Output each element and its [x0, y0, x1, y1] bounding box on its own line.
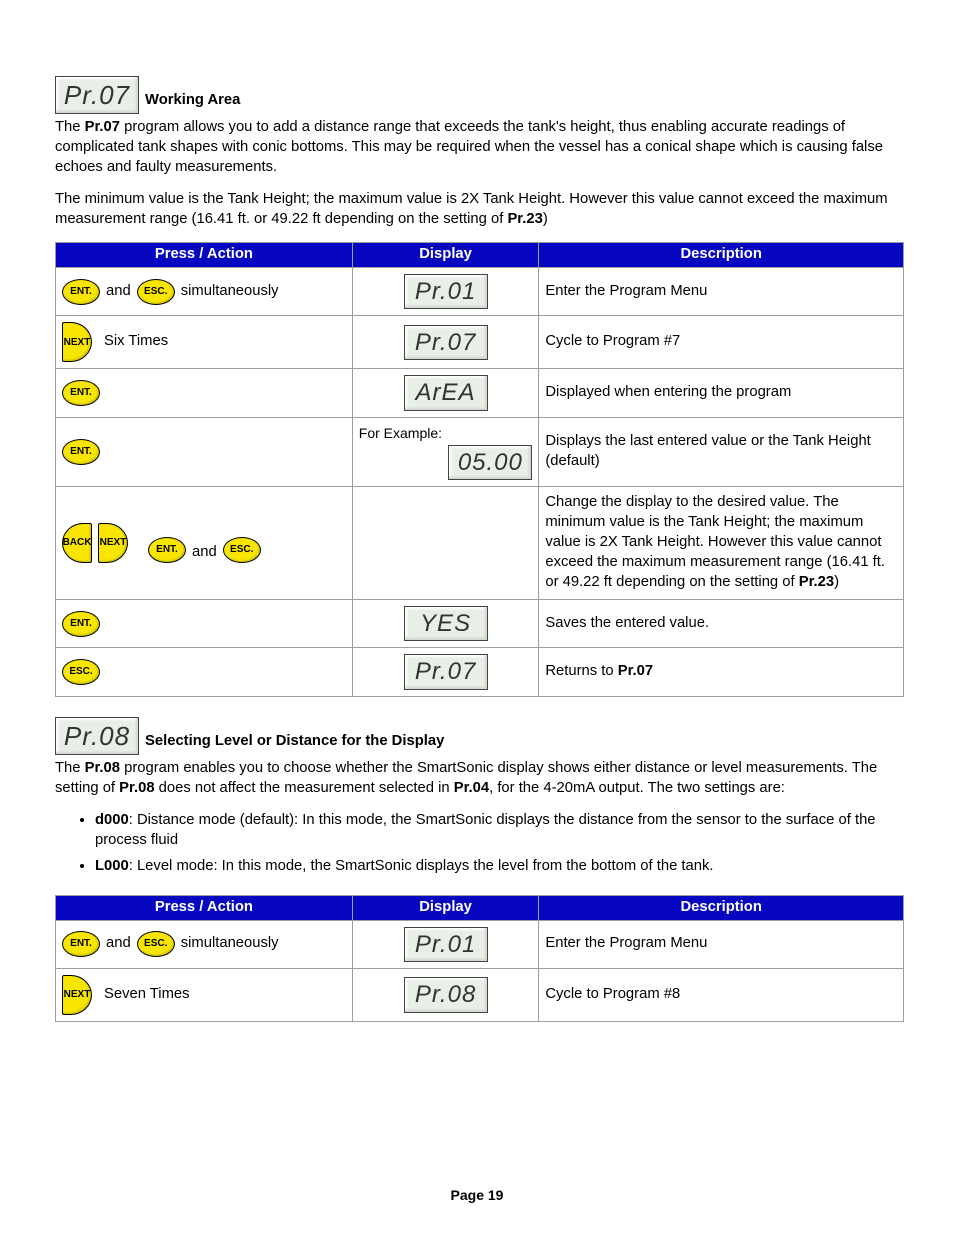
- description-cell: Cycle to Program #8: [539, 968, 904, 1021]
- lcd-display: Pr.08: [404, 977, 488, 1012]
- ent-button[interactable]: ENT.: [62, 611, 100, 637]
- table-row: NEXT Seven Times Pr.08 Cycle to Program …: [56, 968, 904, 1021]
- next-button[interactable]: NEXT: [62, 322, 92, 362]
- label-for-example: For Example:: [359, 424, 533, 443]
- page: Pr.07 Working Area The Pr.07 program all…: [0, 0, 954, 1235]
- pr08-paragraph-1: The Pr.08 program enables you to choose …: [55, 759, 904, 799]
- pr07-paragraph-2: The minimum value is the Tank Height; th…: [55, 190, 904, 230]
- table-row: ENT. ArEA Displayed when entering the pr…: [56, 369, 904, 417]
- pr07-table: Press / Action Display Description ENT. …: [55, 242, 904, 697]
- lcd-pr07-code: Pr.07: [55, 76, 139, 114]
- ent-button[interactable]: ENT.: [62, 380, 100, 406]
- ent-button[interactable]: ENT.: [62, 279, 100, 305]
- page-footer: Page 19: [0, 1186, 954, 1205]
- lcd-display: Pr.07: [404, 325, 488, 360]
- lcd-pr08-code: Pr.08: [55, 717, 139, 755]
- section-pr07-title: Working Area: [145, 91, 240, 114]
- esc-button[interactable]: ESC.: [62, 659, 100, 685]
- description-cell: Enter the Program Menu: [539, 920, 904, 968]
- esc-button[interactable]: ESC.: [223, 537, 261, 563]
- col-description: Description: [539, 242, 904, 267]
- col-press-action: Press / Action: [56, 242, 353, 267]
- description-cell: Cycle to Program #7: [539, 316, 904, 369]
- next-button[interactable]: NEXT: [62, 975, 92, 1015]
- col-description: Description: [539, 895, 904, 920]
- label-times: Seven Times: [104, 985, 190, 1005]
- table-row: ESC. Pr.07 Returns to Pr.07: [56, 648, 904, 696]
- description-cell: Returns to Pr.07: [539, 648, 904, 696]
- lcd-display: Pr.01: [404, 274, 488, 309]
- description-cell: Enter the Program Menu: [539, 267, 904, 315]
- table-row: ENT. and ESC. simultaneously Pr.01 Enter…: [56, 920, 904, 968]
- pr08-table: Press / Action Display Description ENT. …: [55, 895, 904, 1022]
- table-row: ENT. and ESC. simultaneously Pr.01 Enter…: [56, 267, 904, 315]
- description-cell: Change the display to the desired value.…: [539, 486, 904, 599]
- list-item: d000: Distance mode (default): In this m…: [95, 811, 904, 851]
- label-and: and: [106, 282, 131, 302]
- next-button[interactable]: NEXT: [98, 523, 128, 563]
- table-row: ENT. YES Saves the entered value.: [56, 599, 904, 647]
- esc-button[interactable]: ESC.: [137, 931, 175, 957]
- pr07-paragraph-1: The Pr.07 program allows you to add a di…: [55, 118, 904, 178]
- col-display: Display: [352, 895, 539, 920]
- ent-button[interactable]: ENT.: [62, 931, 100, 957]
- col-press-action: Press / Action: [56, 895, 353, 920]
- section-pr07-header: Pr.07 Working Area: [55, 76, 904, 114]
- list-item: L000: Level mode: In this mode, the Smar…: [95, 857, 904, 877]
- label-times: Six Times: [104, 332, 168, 352]
- lcd-display: Pr.07: [404, 654, 488, 689]
- pr08-bullet-list: d000: Distance mode (default): In this m…: [95, 811, 904, 877]
- lcd-display: YES: [404, 606, 488, 641]
- description-cell: Displayed when entering the program: [539, 369, 904, 417]
- lcd-display: 05.00: [448, 445, 532, 480]
- label-simultaneously: simultaneously: [181, 282, 279, 302]
- lcd-display: Pr.01: [404, 927, 488, 962]
- col-display: Display: [352, 242, 539, 267]
- table-row: ENT. For Example: 05.00 Displays the las…: [56, 417, 904, 486]
- description-cell: Saves the entered value.: [539, 599, 904, 647]
- section-pr08-title: Selecting Level or Distance for the Disp…: [145, 732, 444, 755]
- table-header-row: Press / Action Display Description: [56, 242, 904, 267]
- esc-button[interactable]: ESC.: [137, 279, 175, 305]
- ent-button[interactable]: ENT.: [62, 439, 100, 465]
- label-and: and: [106, 934, 131, 954]
- table-row: BACK NEXT ENT. and ESC. Change the displ…: [56, 486, 904, 599]
- table-row: NEXT Six Times Pr.07 Cycle to Program #7: [56, 316, 904, 369]
- back-button[interactable]: BACK: [62, 523, 92, 563]
- lcd-display: ArEA: [404, 375, 488, 410]
- label-simultaneously: simultaneously: [181, 934, 279, 954]
- table-header-row: Press / Action Display Description: [56, 895, 904, 920]
- section-pr08-header: Pr.08 Selecting Level or Distance for th…: [55, 717, 904, 755]
- label-and: and: [192, 543, 217, 563]
- description-cell: Displays the last entered value or the T…: [539, 417, 904, 486]
- ent-button[interactable]: ENT.: [148, 537, 186, 563]
